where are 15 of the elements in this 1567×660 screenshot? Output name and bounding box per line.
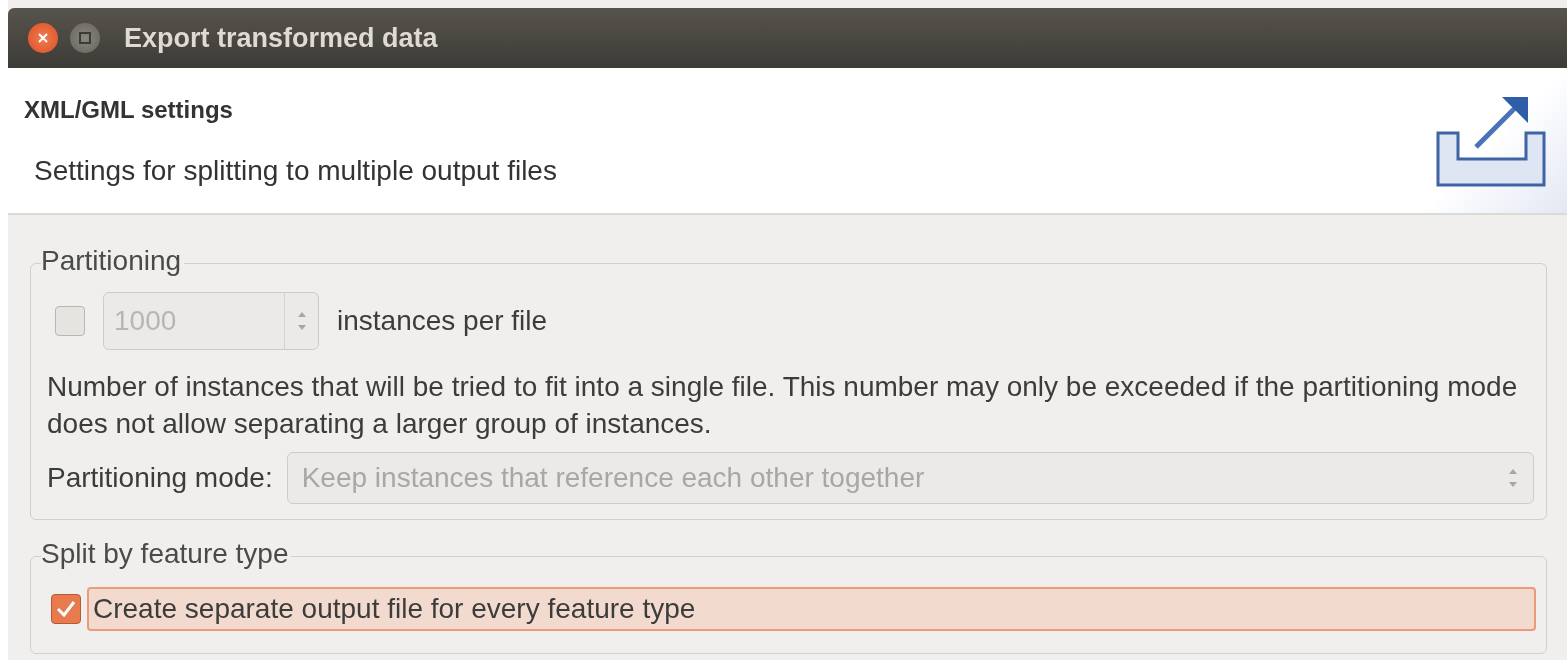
unit-label: instances per file [337, 304, 548, 338]
page-title: XML/GML settings [24, 95, 234, 125]
close-button[interactable] [28, 23, 58, 53]
export-icon [1436, 94, 1548, 187]
close-icon [37, 32, 49, 44]
window-title: Export transformed data [124, 21, 438, 55]
maximize-button[interactable] [70, 23, 100, 53]
maximize-icon [79, 32, 91, 44]
checkbox-label[interactable]: Create separate output file for every feature type [87, 587, 1536, 631]
description-text: Number of instances that will be tried to fit into a single file. This number may only be exceeded if the partitioning mode does not allow separating a larger group of instances. [47, 370, 1519, 441]
checkbox[interactable] [51, 594, 81, 624]
mode-label: Partitioning mode: [47, 461, 273, 495]
checkbox[interactable] [55, 306, 85, 336]
check-icon [55, 599, 77, 619]
page-subtitle: Settings for splitting to multiple output files [34, 154, 557, 188]
